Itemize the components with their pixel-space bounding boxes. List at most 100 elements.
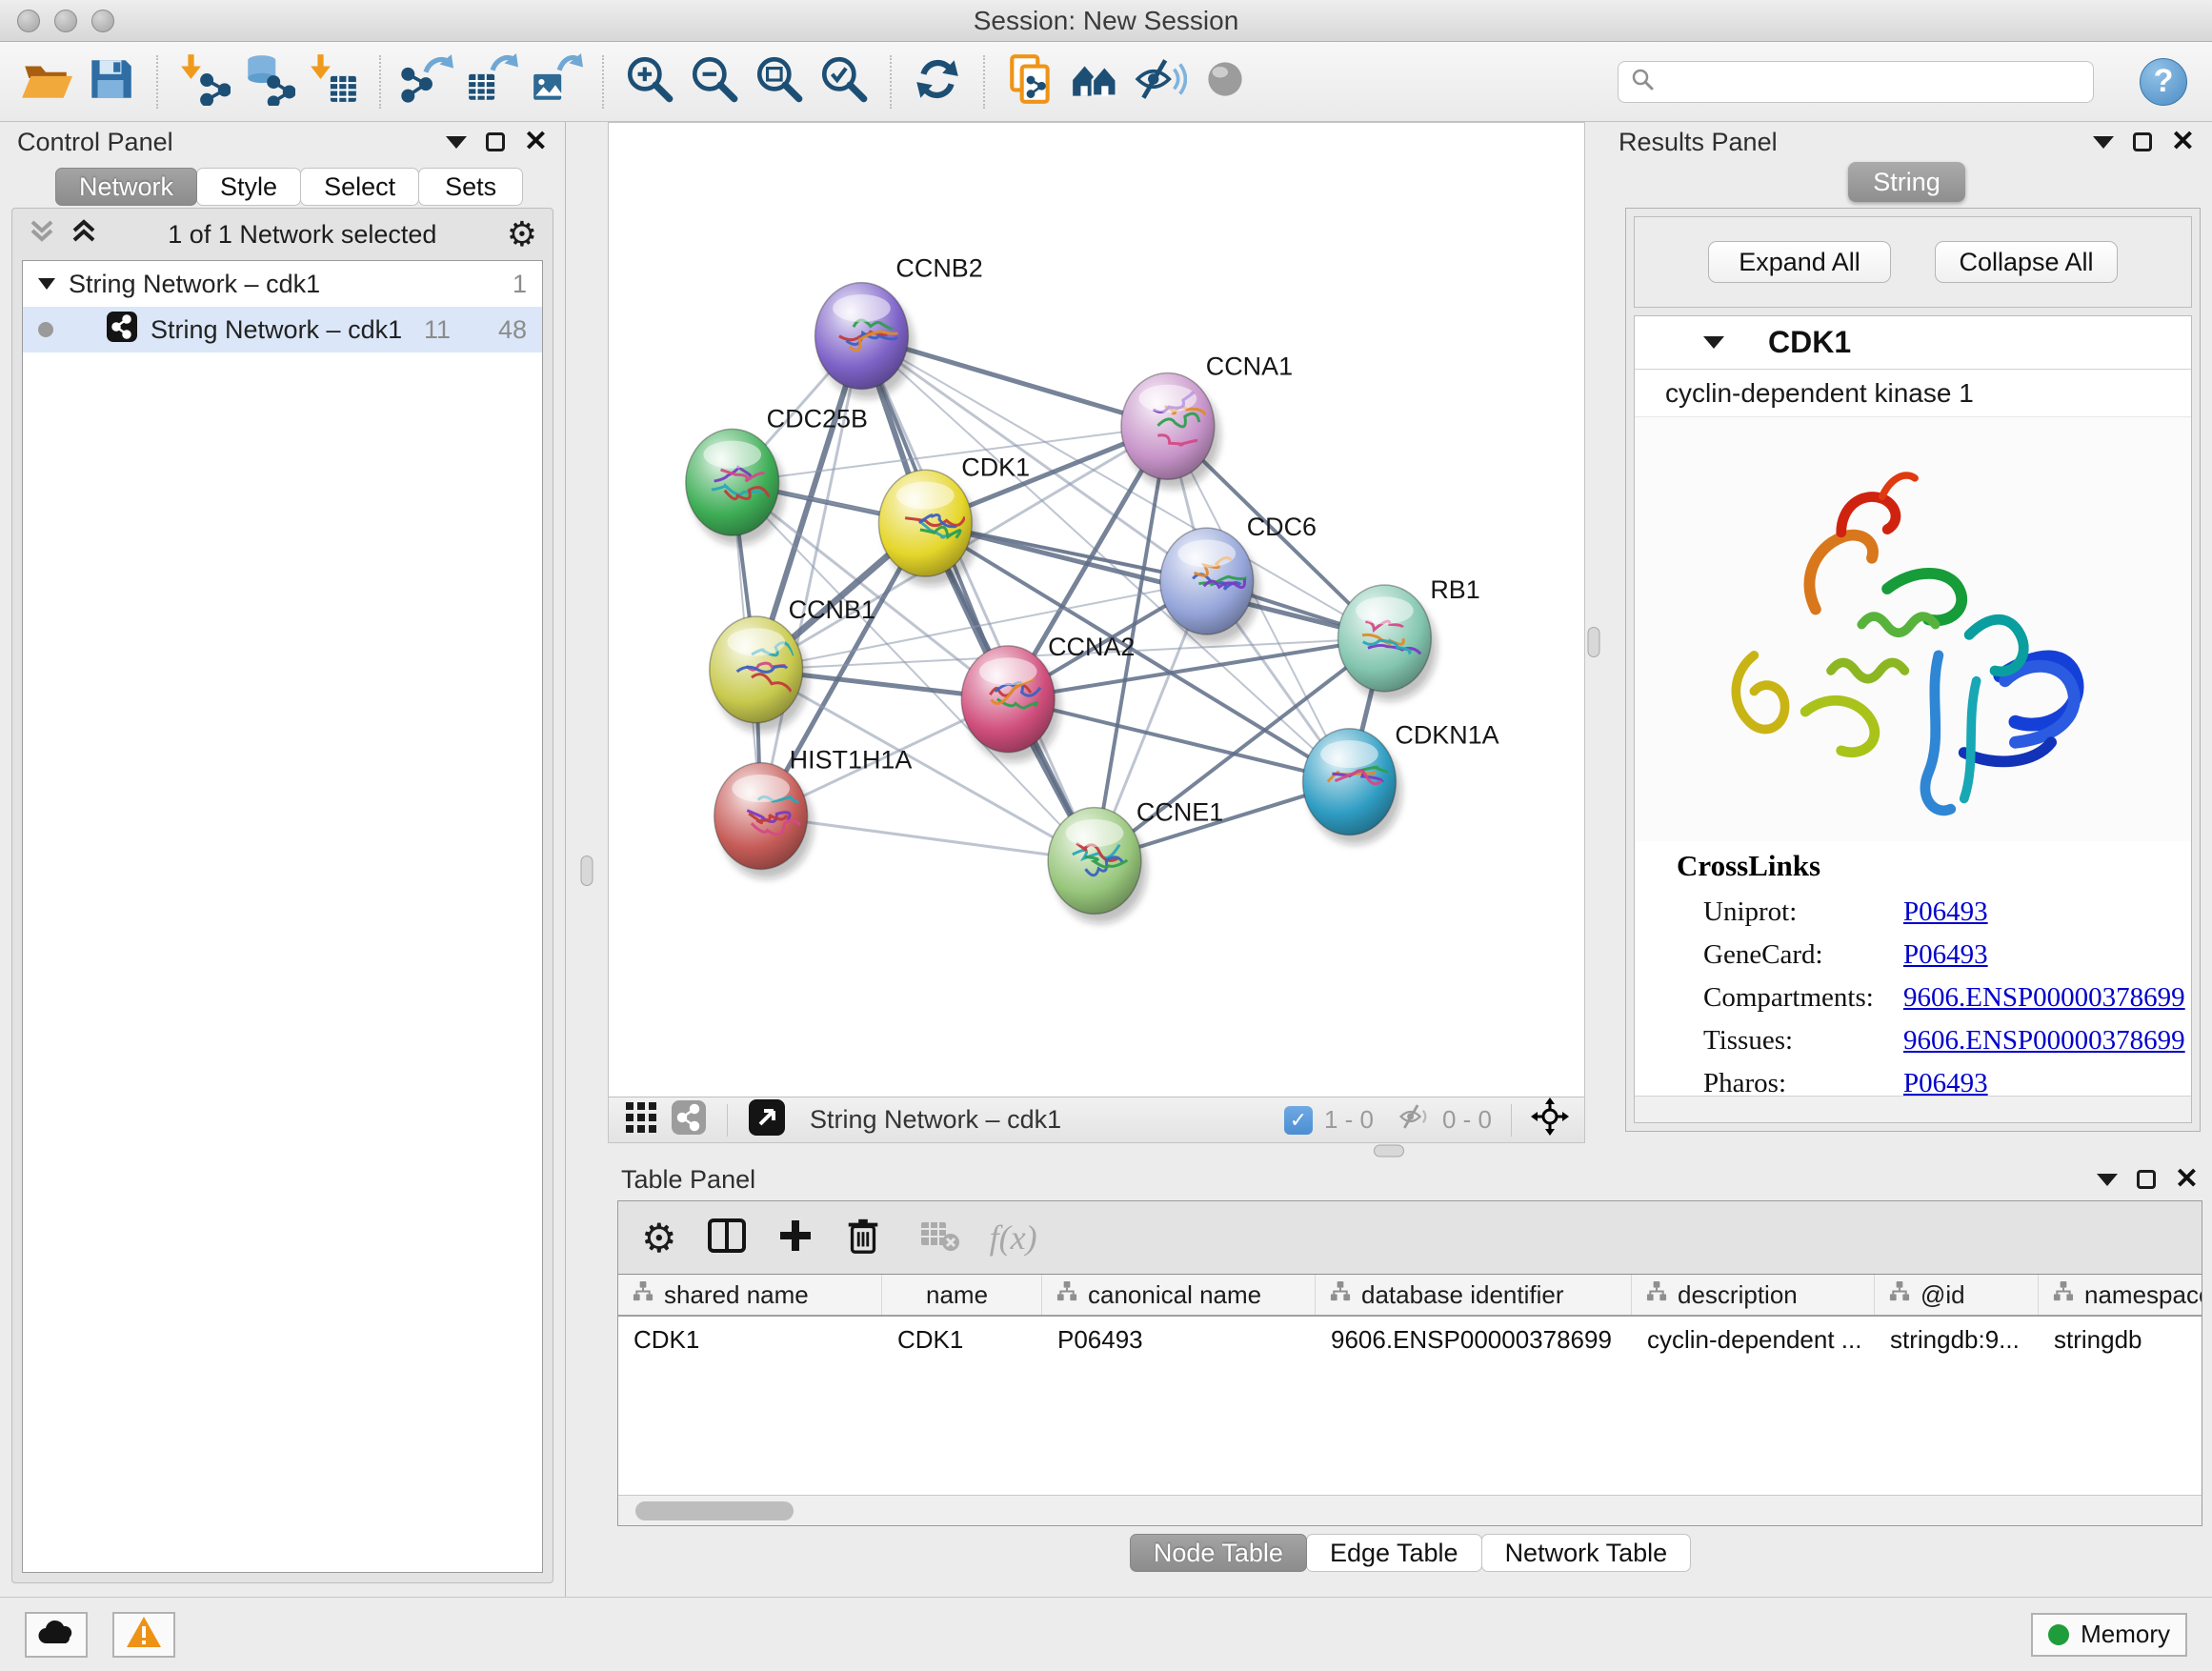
string-houses-button[interactable]	[1065, 50, 1126, 114]
show-columns-icon[interactable]	[706, 1215, 748, 1261]
table-cell[interactable]: stringdb	[2039, 1325, 2202, 1355]
left-splitter[interactable]	[566, 122, 608, 1143]
warnings-button[interactable]	[112, 1612, 175, 1658]
network-node-RB1[interactable]	[1338, 585, 1438, 701]
minimize-window-button[interactable]	[54, 10, 77, 32]
entry-scrollbar-track[interactable]	[1635, 1096, 2191, 1122]
search-box[interactable]	[1618, 61, 2094, 103]
network-node-HIST1H1A[interactable]	[714, 763, 814, 879]
open-session-button[interactable]	[15, 50, 76, 114]
table-cell[interactable]: CDK1	[882, 1325, 1042, 1355]
crosslink-link[interactable]: P06493	[1903, 896, 1988, 928]
column-header-canonical-name[interactable]: canonical name	[1042, 1275, 1316, 1315]
zoom-out-button[interactable]	[684, 50, 745, 114]
tab-network[interactable]: Network	[55, 168, 197, 206]
string-documents-button[interactable]	[1000, 50, 1061, 114]
tab-network-table[interactable]: Network Table	[1481, 1534, 1692, 1572]
network-node-CDKN1A[interactable]	[1303, 729, 1402, 845]
detach-view-icon[interactable]	[749, 1099, 785, 1140]
expand-all-networks-icon[interactable]	[70, 217, 98, 252]
maximize-window-button[interactable]	[91, 10, 114, 32]
float-panel-icon[interactable]	[2137, 1170, 2156, 1189]
import-network-database-button[interactable]	[238, 50, 299, 114]
panel-menu-icon[interactable]	[2093, 136, 2114, 149]
float-panel-icon[interactable]	[2133, 132, 2152, 151]
table-hscrollbar[interactable]	[618, 1495, 2202, 1525]
tab-select[interactable]: Select	[300, 168, 419, 206]
table-cell[interactable]: CDK1	[618, 1325, 882, 1355]
network-share-icon[interactable]	[672, 1100, 706, 1139]
network-collection-row[interactable]: String Network – cdk1 1	[23, 261, 542, 307]
collapse-all-button[interactable]: Collapse All	[1935, 241, 2118, 283]
table-cell[interactable]: P06493	[1042, 1325, 1316, 1355]
table-cell[interactable]: 9606.ENSP00000378699	[1316, 1325, 1632, 1355]
tree-expander-icon[interactable]	[38, 278, 55, 290]
import-network-file-button[interactable]	[173, 50, 234, 114]
crosslink-link[interactable]: 9606.ENSP00000378699	[1903, 982, 2185, 1014]
save-session-button[interactable]	[80, 50, 141, 114]
column-header-database-identifier[interactable]: database identifier	[1316, 1275, 1632, 1315]
tab-string[interactable]: String	[1848, 162, 1965, 202]
zoom-selected-button[interactable]	[814, 50, 875, 114]
close-panel-icon[interactable]: ✕	[524, 128, 548, 156]
table-cell[interactable]: stringdb:9...	[1875, 1325, 2039, 1355]
expand-all-button[interactable]: Expand All	[1708, 241, 1891, 283]
network-node-CCNB2[interactable]	[815, 283, 915, 399]
splitter-knob[interactable]	[581, 856, 593, 886]
selected-checkbox-icon[interactable]: ✓	[1284, 1106, 1313, 1135]
tab-node-table[interactable]: Node Table	[1130, 1534, 1307, 1572]
network-node-CDK1[interactable]	[878, 470, 977, 586]
column-header-namespace[interactable]: namespace	[2039, 1275, 2202, 1315]
splitter-knob[interactable]	[1374, 1145, 1404, 1158]
network-node-CDC6[interactable]	[1160, 528, 1259, 644]
zoom-fit-button[interactable]	[749, 50, 810, 114]
entry-expander-icon[interactable]	[1703, 336, 1724, 349]
panel-menu-icon[interactable]	[2097, 1174, 2118, 1186]
panel-menu-icon[interactable]	[446, 136, 467, 149]
hide-selected-button[interactable]	[1130, 50, 1191, 114]
network-node-CCNA2[interactable]	[961, 646, 1060, 762]
add-column-icon[interactable]	[776, 1217, 814, 1259]
float-panel-icon[interactable]	[486, 132, 505, 151]
network-edge-CCNB2-CCNE1[interactable]	[861, 336, 1095, 861]
export-image-button[interactable]	[526, 50, 587, 114]
network-node-CDC25B[interactable]	[686, 429, 785, 545]
help-button[interactable]: ?	[2140, 58, 2187, 106]
search-input[interactable]	[1664, 67, 2081, 96]
table-cell[interactable]: cyclin-dependent ...	[1632, 1325, 1875, 1355]
show-hidden-button[interactable]	[1195, 50, 1256, 114]
tab-style[interactable]: Style	[196, 168, 301, 206]
table-settings-gear-icon[interactable]: ⚙	[641, 1215, 677, 1261]
close-panel-icon[interactable]: ✕	[2171, 128, 2195, 156]
network-canvas[interactable]: CCNB2CCNA1CDC25BCDK1CDC6RB1CCNB1CCNA2CDK…	[609, 123, 1584, 1097]
refresh-view-button[interactable]	[907, 50, 968, 114]
column-header-shared-name[interactable]: shared name	[618, 1275, 882, 1315]
grid-view-icon[interactable]	[624, 1100, 658, 1139]
network-node-CCNA1[interactable]	[1121, 372, 1220, 489]
close-window-button[interactable]	[17, 10, 40, 32]
network-row[interactable]: String Network – cdk1 11 48	[23, 307, 542, 352]
crosslink-link[interactable]: P06493	[1903, 939, 1988, 971]
splitter-knob[interactable]	[1587, 627, 1599, 657]
network-node-CCNE1[interactable]	[1048, 808, 1147, 924]
tab-edge-table[interactable]: Edge Table	[1306, 1534, 1482, 1572]
column-header-description[interactable]: description	[1632, 1275, 1875, 1315]
export-network-button[interactable]	[396, 50, 457, 114]
delete-trash-icon[interactable]	[843, 1216, 883, 1260]
collapse-all-networks-icon[interactable]	[28, 217, 56, 252]
horizontal-splitter[interactable]	[566, 1143, 2212, 1158]
scrollbar-thumb[interactable]	[635, 1501, 794, 1520]
memory-button[interactable]: Memory	[2031, 1613, 2187, 1657]
network-graph[interactable]: CCNB2CCNA1CDC25BCDK1CDC6RB1CCNB1CCNA2CDK…	[609, 123, 1584, 1097]
gear-icon[interactable]: ⚙	[507, 214, 537, 254]
export-table-button[interactable]	[461, 50, 522, 114]
right-splitter[interactable]	[1585, 122, 1601, 1143]
crosslink-link[interactable]: 9606.ENSP00000378699	[1903, 1025, 2185, 1057]
column-header-name[interactable]: name	[882, 1275, 1042, 1315]
import-table-file-button[interactable]	[303, 50, 364, 114]
table-row[interactable]: CDK1CDK1P064939606.ENSP00000378699cyclin…	[618, 1317, 2202, 1362]
tab-sets[interactable]: Sets	[418, 168, 523, 206]
cloud-status-button[interactable]	[25, 1612, 88, 1658]
crosslink-link[interactable]: P06493	[1903, 1068, 1988, 1096]
column-header--id[interactable]: @id	[1875, 1275, 2039, 1315]
